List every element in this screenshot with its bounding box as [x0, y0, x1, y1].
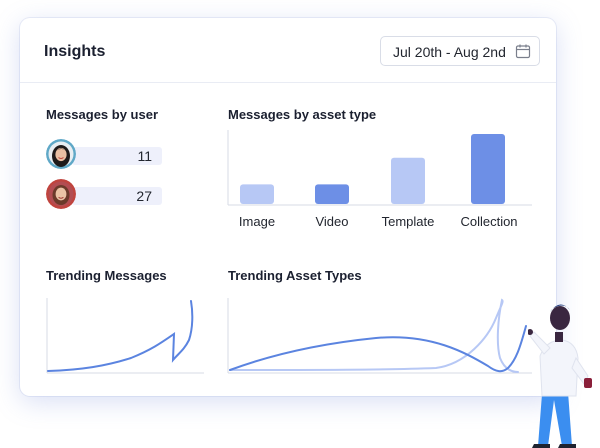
pointing-person-illustration [528, 304, 592, 448]
bar-template [391, 157, 425, 204]
bar-image [240, 184, 274, 204]
trending-messages-title: Trending Messages [46, 268, 167, 283]
bar-video [315, 184, 349, 204]
date-range-button[interactable]: Jul 20th - Aug 2nd [380, 36, 540, 66]
date-range-label: Jul 20th - Aug 2nd [393, 44, 506, 60]
user-message-count: 27 [136, 188, 152, 204]
bar-label-collection: Collection [460, 214, 518, 229]
header-divider [20, 82, 556, 83]
user-row: 27 [46, 179, 164, 209]
trending-asset-types-chart [227, 298, 532, 374]
bar-collection [471, 134, 505, 204]
asset-type-bar-chart [227, 130, 532, 206]
page-title: Insights [44, 43, 106, 60]
user-row: 11 [46, 139, 164, 169]
trending-asset-types-title: Trending Asset Types [228, 268, 362, 283]
avatar [46, 139, 76, 169]
messages-by-user-title: Messages by user [46, 107, 159, 122]
trend-line-secondary [229, 298, 519, 373]
user-message-count: 11 [137, 148, 152, 164]
avatar [46, 179, 76, 209]
trend-line [47, 300, 194, 372]
insights-card: Insights Jul 20th - Aug 2nd Messages by … [20, 18, 556, 396]
user-count-bar: 11 [72, 147, 162, 165]
bar-label-template: Template [381, 214, 435, 229]
messages-by-asset-type-title: Messages by asset type [228, 107, 377, 122]
trending-messages-chart [46, 298, 204, 374]
user-count-bar: 27 [72, 187, 162, 205]
trend-line-primary [229, 325, 527, 373]
calendar-icon [515, 44, 531, 59]
